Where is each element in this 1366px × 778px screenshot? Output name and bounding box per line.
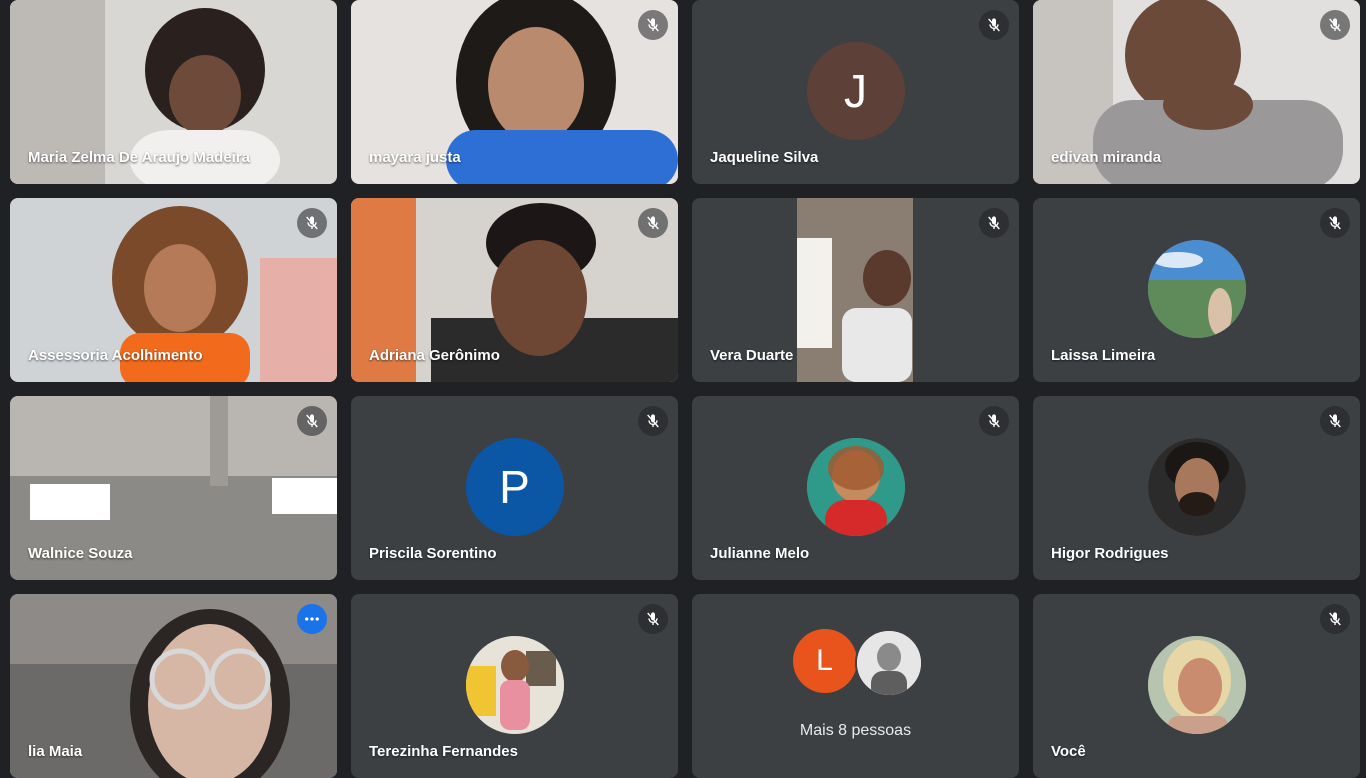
- participant-tile-walnice-souza[interactable]: Walnice Souza: [10, 396, 337, 580]
- participant-name: Assessoria Acolhimento: [28, 347, 203, 364]
- muted-mic-icon: [1320, 406, 1350, 436]
- more-horizontal-icon: [305, 617, 319, 621]
- muted-mic-icon: [979, 10, 1009, 40]
- muted-mic-icon: [1320, 10, 1350, 40]
- muted-mic-icon: [297, 208, 327, 238]
- participant-tile-jaqueline-silva[interactable]: J Jaqueline Silva: [692, 0, 1019, 184]
- participant-name: Vera Duarte: [710, 347, 794, 364]
- participant-tile-edivan-miranda[interactable]: edivan miranda: [1033, 0, 1360, 184]
- participant-name: Você: [1051, 743, 1086, 760]
- muted-mic-icon: [638, 406, 668, 436]
- participant-tile-vera-duarte[interactable]: Vera Duarte: [692, 198, 1019, 382]
- participant-tile-mayara-justa[interactable]: mayara justa: [351, 0, 678, 184]
- participant-tile-assessoria-acolhimento[interactable]: Assessoria Acolhimento: [10, 198, 337, 382]
- stacked-avatars: L: [792, 629, 923, 697]
- muted-mic-icon: [638, 604, 668, 634]
- participant-name: lia Maia: [28, 743, 83, 760]
- muted-mic-icon: [638, 208, 668, 238]
- participant-tile-adriana-geronimo[interactable]: Adriana Gerônimo: [351, 198, 678, 382]
- participant-tile-laissa-limeira[interactable]: Laissa Limeira: [1033, 198, 1360, 382]
- muted-mic-icon: [979, 208, 1009, 238]
- profile-photo: [1147, 636, 1246, 734]
- participant-name: Terezinha Fernandes: [369, 743, 518, 760]
- participant-tile-maria-zelma[interactable]: Maria Zelma De Araujo Madeira: [10, 0, 337, 184]
- initial-avatar: P: [465, 438, 564, 536]
- muted-mic-icon: [1320, 208, 1350, 238]
- participant-tile-higor-rodrigues[interactable]: Higor Rodrigues: [1033, 396, 1360, 580]
- profile-photo: [1147, 240, 1246, 338]
- participant-name: Maria Zelma De Araujo Madeira: [28, 149, 251, 166]
- more-people-label: Mais 8 pessoas: [799, 722, 912, 739]
- participant-name: Walnice Souza: [28, 545, 133, 562]
- group-tile-more-people[interactable]: L Mais 8 pessoas: [692, 594, 1019, 778]
- participant-name: Adriana Gerônimo: [369, 347, 500, 364]
- muted-mic-icon: [638, 10, 668, 40]
- initial-avatar: L: [792, 629, 857, 693]
- participant-name: Julianne Melo: [710, 545, 810, 562]
- participant-name: Priscila Sorentino: [369, 545, 497, 562]
- initial-avatar: J: [806, 42, 905, 140]
- profile-photo: [854, 629, 923, 697]
- participant-name: Jaqueline Silva: [710, 149, 819, 166]
- participant-tile-lia-maia[interactable]: lia Maia: [10, 594, 337, 778]
- muted-mic-icon: [1320, 604, 1350, 634]
- muted-mic-icon: [979, 406, 1009, 436]
- more-options-button[interactable]: [297, 604, 327, 634]
- participant-tile-priscila-sorentino[interactable]: P Priscila Sorentino: [351, 396, 678, 580]
- participant-tile-self[interactable]: Você: [1033, 594, 1360, 778]
- participant-name: Laissa Limeira: [1051, 347, 1156, 364]
- muted-mic-icon: [297, 406, 327, 436]
- participant-name: edivan miranda: [1051, 149, 1162, 166]
- participant-name: mayara justa: [369, 149, 461, 166]
- participant-tile-julianne-melo[interactable]: Julianne Melo: [692, 396, 1019, 580]
- profile-photo: [806, 438, 905, 536]
- profile-photo: [465, 636, 564, 734]
- profile-photo: [1147, 438, 1246, 536]
- participant-tile-terezinha-fernandes[interactable]: Terezinha Fernandes: [351, 594, 678, 778]
- participant-name: Higor Rodrigues: [1051, 545, 1169, 562]
